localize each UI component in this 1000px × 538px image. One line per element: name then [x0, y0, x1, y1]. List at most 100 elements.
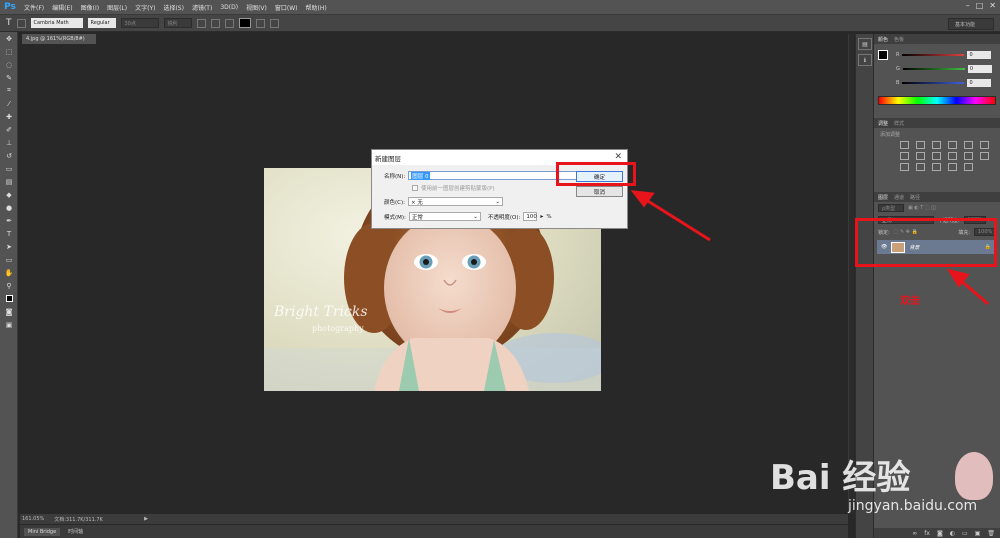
- menu-layer[interactable]: 图层(L): [103, 3, 131, 12]
- font-style-select[interactable]: Regular: [87, 18, 116, 28]
- quick-select-tool-icon[interactable]: ✎: [0, 71, 18, 84]
- layer-filter-select[interactable]: ρ类型: [878, 204, 904, 212]
- quick-mask-icon[interactable]: ◙: [0, 305, 18, 318]
- fx-icon[interactable]: fx: [924, 530, 930, 537]
- curves-icon[interactable]: [932, 141, 941, 149]
- status-menu-icon[interactable]: ▶: [144, 516, 148, 522]
- blur-tool-icon[interactable]: ◆: [0, 188, 18, 201]
- blue-value-field[interactable]: 0: [967, 79, 992, 87]
- exposure-icon[interactable]: [948, 141, 957, 149]
- levels-icon[interactable]: [916, 141, 925, 149]
- crop-tool-icon[interactable]: ⌗: [0, 84, 18, 97]
- document-tab[interactable]: 4.jpg @ 161%(RGB/8#): [22, 34, 96, 44]
- delete-layer-icon[interactable]: 🗑: [987, 530, 995, 537]
- dialog-opacity-field[interactable]: 100: [523, 212, 538, 221]
- menu-type[interactable]: 文字(Y): [131, 3, 159, 12]
- posterize-icon[interactable]: [916, 163, 925, 171]
- font-size-select[interactable]: 30点: [120, 18, 159, 28]
- bw-icon[interactable]: [932, 152, 941, 160]
- menu-window[interactable]: 窗口(W): [271, 3, 302, 12]
- tab-swatches[interactable]: 色板: [894, 36, 904, 43]
- menu-filter[interactable]: 滤镜(T): [188, 3, 216, 12]
- antialias-select[interactable]: 锐利: [163, 18, 192, 28]
- tab-adjustments[interactable]: 调整: [878, 120, 888, 127]
- workspace-select[interactable]: 基本功能: [948, 18, 994, 30]
- history-panel-icon[interactable]: ▤: [858, 38, 872, 50]
- lasso-tool-icon[interactable]: ◌: [0, 58, 18, 71]
- menu-edit[interactable]: 编辑(E): [48, 3, 76, 12]
- path-select-tool-icon[interactable]: ➤: [0, 240, 18, 253]
- green-track[interactable]: [902, 68, 965, 70]
- blue-track[interactable]: [902, 82, 965, 84]
- hue-icon[interactable]: [900, 152, 909, 160]
- opacity-stepper-icon[interactable]: ▸: [540, 213, 543, 220]
- tab-color[interactable]: 颜色: [878, 36, 888, 43]
- adjustment-layer-icon[interactable]: ◐: [950, 530, 955, 537]
- menu-image[interactable]: 图像(I): [77, 3, 103, 12]
- hand-tool-icon[interactable]: ✋: [0, 266, 18, 279]
- zoom-level[interactable]: 161.05%: [22, 516, 44, 522]
- photo-filter-icon[interactable]: [948, 152, 957, 160]
- font-family-select[interactable]: Cambria Math: [30, 18, 83, 28]
- tab-mini-bridge[interactable]: Mini Bridge: [24, 527, 61, 536]
- healing-tool-icon[interactable]: ✚: [0, 110, 18, 123]
- stamp-tool-icon[interactable]: ⊥: [0, 136, 18, 149]
- screen-mode-icon[interactable]: ▣: [0, 318, 18, 331]
- mixer-icon[interactable]: [964, 152, 973, 160]
- gradient-map-icon[interactable]: [948, 163, 957, 171]
- brightness-icon[interactable]: [900, 141, 909, 149]
- red-value-field[interactable]: 0: [967, 51, 992, 59]
- gradient-tool-icon[interactable]: ▤: [0, 175, 18, 188]
- foreground-color-swatch[interactable]: [878, 50, 888, 60]
- shape-tool-icon[interactable]: ▭: [0, 253, 18, 266]
- slider-blue[interactable]: B 0: [874, 76, 1000, 90]
- color-select[interactable]: × 无 ⌄: [408, 197, 503, 206]
- maximize-icon[interactable]: □: [976, 1, 984, 10]
- orientation-icon[interactable]: [16, 18, 26, 28]
- close-icon[interactable]: ✕: [989, 1, 996, 10]
- filter-icons[interactable]: ▣ ◐ T ⬚ ◫: [908, 205, 936, 211]
- threshold-icon[interactable]: [932, 163, 941, 171]
- dialog-close-icon[interactable]: ✕: [614, 152, 622, 162]
- character-panel-icon[interactable]: [269, 18, 279, 28]
- menu-view[interactable]: 视图(V): [242, 3, 271, 12]
- lookup-icon[interactable]: [980, 152, 989, 160]
- balance-icon[interactable]: [916, 152, 925, 160]
- dodge-tool-icon[interactable]: ●: [0, 201, 18, 214]
- history-brush-tool-icon[interactable]: ↺: [0, 149, 18, 162]
- clipping-checkbox[interactable]: [412, 185, 418, 191]
- invert-icon[interactable]: [900, 163, 909, 171]
- align-right-icon[interactable]: [224, 18, 234, 28]
- triangle-icon[interactable]: [980, 141, 989, 149]
- align-left-icon[interactable]: [196, 18, 206, 28]
- pen-tool-icon[interactable]: ✒: [0, 214, 18, 227]
- move-tool-icon[interactable]: ✥: [0, 32, 18, 45]
- link-layers-icon[interactable]: ∞: [912, 530, 917, 537]
- selective-color-icon[interactable]: [964, 163, 973, 171]
- slider-red[interactable]: R 0: [874, 48, 1000, 62]
- mode-select[interactable]: 正常 ⌄: [408, 212, 481, 221]
- color-spectrum[interactable]: [878, 96, 996, 105]
- eyedropper-tool-icon[interactable]: ⁄: [0, 97, 18, 110]
- eraser-tool-icon[interactable]: ▭: [0, 162, 18, 175]
- text-tool-icon[interactable]: T: [6, 18, 12, 28]
- tab-styles[interactable]: 样式: [894, 120, 904, 127]
- tab-channels[interactable]: 通道: [894, 194, 904, 201]
- align-center-icon[interactable]: [210, 18, 220, 28]
- red-track[interactable]: [902, 54, 965, 56]
- properties-panel-icon[interactable]: ℹ: [858, 54, 872, 66]
- slider-green[interactable]: G 0: [874, 62, 1000, 76]
- brush-tool-icon[interactable]: ✐: [0, 123, 18, 136]
- text-color-swatch[interactable]: [238, 18, 251, 28]
- menu-3d[interactable]: 3D(D): [216, 4, 242, 11]
- green-value-field[interactable]: 0: [967, 65, 992, 73]
- menu-select[interactable]: 选择(S): [159, 3, 188, 12]
- color-swatches-icon[interactable]: [0, 292, 18, 305]
- tab-paths[interactable]: 路径: [910, 194, 920, 201]
- new-group-icon[interactable]: ▭: [962, 530, 968, 537]
- menu-help[interactable]: 帮助(H): [302, 3, 331, 12]
- vibrance-icon[interactable]: [964, 141, 973, 149]
- zoom-tool-icon[interactable]: ⚲: [0, 279, 18, 292]
- cancel-button[interactable]: 取消: [576, 186, 623, 197]
- type-tool-icon[interactable]: T: [0, 227, 18, 240]
